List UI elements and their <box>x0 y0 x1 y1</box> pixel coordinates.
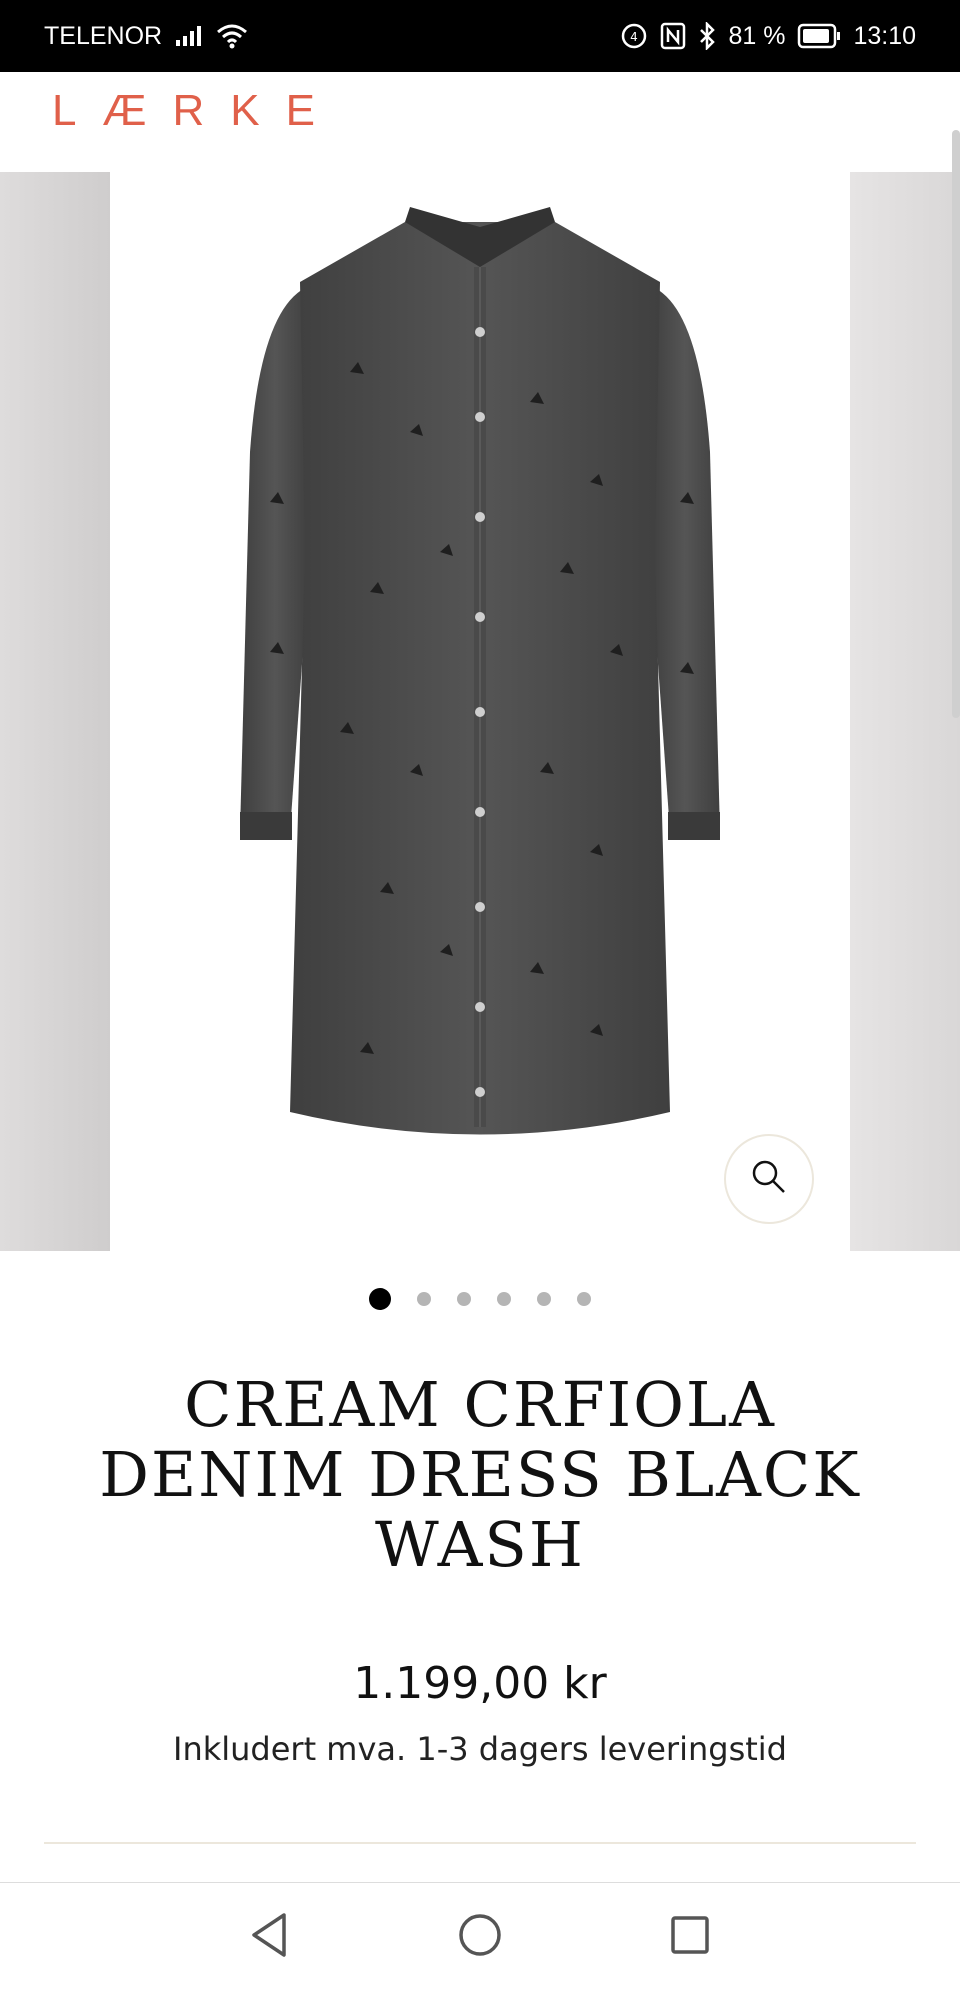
price-subinfo: Inkludert mva. 1-3 dagers leveringstid <box>173 1730 787 1768</box>
dress-illustration <box>240 207 720 1135</box>
carousel-dot-5[interactable] <box>537 1292 551 1306</box>
carousel-dot-3[interactable] <box>457 1292 471 1306</box>
battery-icon <box>797 23 841 49</box>
previous-image-peek[interactable] <box>0 172 110 1251</box>
clock: 13:10 <box>853 21 916 50</box>
next-image-peek[interactable] <box>850 172 960 1251</box>
recents-icon <box>669 1914 711 1961</box>
product-gallery[interactable] <box>0 172 960 1251</box>
divider <box>44 1842 916 1844</box>
back-icon <box>248 1911 292 1964</box>
battery-percent: 81 % <box>728 21 786 50</box>
site-header: LÆRKE <box>0 72 960 173</box>
signal-icon <box>174 24 204 48</box>
carousel-dots <box>0 1288 960 1310</box>
scrollbar[interactable] <box>952 130 960 718</box>
status-bar: TELENOR 4 81 % 13:10 <box>0 0 960 72</box>
carousel-dot-2[interactable] <box>417 1292 431 1306</box>
carousel-dot-1[interactable] <box>369 1288 391 1310</box>
search-icon <box>749 1157 789 1202</box>
wifi-icon <box>216 23 248 49</box>
status-left: TELENOR <box>44 22 248 51</box>
home-icon <box>457 1912 503 1963</box>
svg-text:4: 4 <box>631 30 639 44</box>
carrier-label: TELENOR <box>44 21 163 50</box>
data-saver-icon: 4 <box>620 22 648 50</box>
back-button[interactable] <box>240 1908 300 1968</box>
zoom-button[interactable] <box>724 1134 814 1224</box>
nfc-icon <box>660 22 686 50</box>
carousel-dot-4[interactable] <box>497 1292 511 1306</box>
home-button[interactable] <box>450 1908 510 1968</box>
product-image[interactable] <box>110 172 850 1251</box>
carousel-dot-6[interactable] <box>577 1292 591 1306</box>
status-right: 4 81 % 13:10 <box>620 22 916 51</box>
product-title: CREAM CRFIOLA DENIM DRESS BLACK WASH <box>99 1368 861 1581</box>
bluetooth-icon <box>698 22 716 50</box>
product-price: 1.199,00 kr <box>353 1658 607 1709</box>
brand-logo[interactable]: LÆRKE <box>52 86 341 136</box>
recents-button[interactable] <box>660 1908 720 1968</box>
system-nav-bar <box>0 1882 960 1992</box>
